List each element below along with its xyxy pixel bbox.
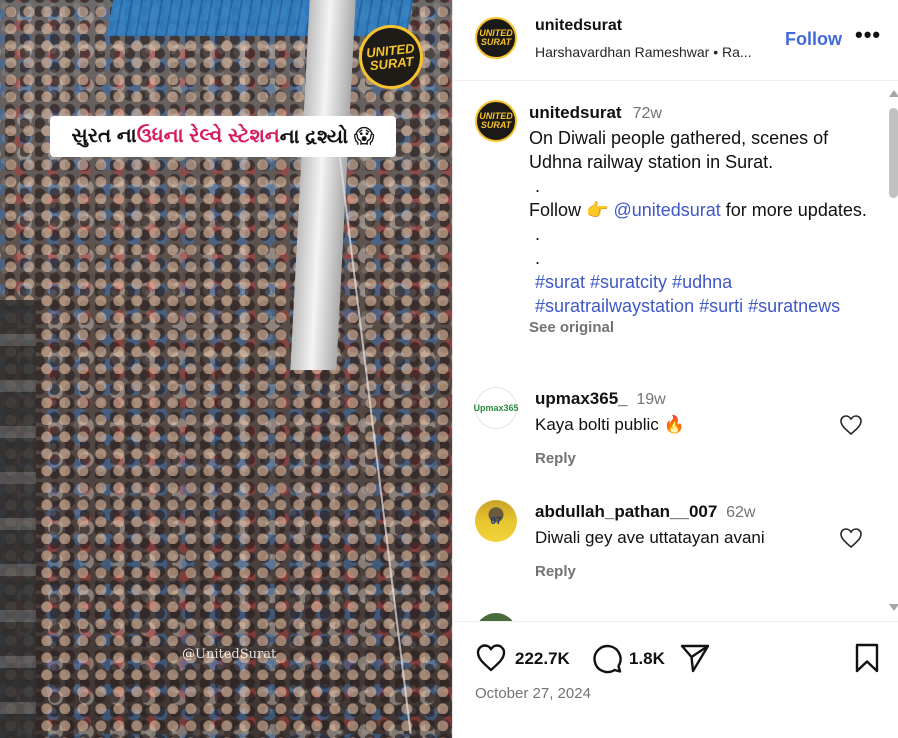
parked-scooters <box>0 300 36 738</box>
overlay-text-part1: સુરત ના <box>71 125 137 147</box>
watermark-handle: @UnitedSurat <box>182 647 277 662</box>
like-heart-icon[interactable] <box>475 642 507 674</box>
caption-follow-prefix: Follow 👉 <box>529 200 614 220</box>
more-options-icon[interactable]: ••• <box>855 22 881 48</box>
comment-item: 07 abdullah_pathan__007 62w Diwali gey a… <box>475 500 885 590</box>
post-media[interactable]: સુરત ના ઉધના રેલ્વે સ્ટેશન ના દ્રશ્યો 😱 … <box>0 0 452 738</box>
caption-hashtags[interactable]: #surat #suratcity #udhna #suratrailwayst… <box>529 270 879 318</box>
caption-username[interactable]: unitedsurat <box>529 103 622 122</box>
caption-dot1: . <box>535 176 541 196</box>
caption-follow-line: Follow 👉 @unitedsurat for more updates. <box>529 198 879 222</box>
caption-dot3: . <box>535 248 541 268</box>
see-original-link[interactable]: See original <box>529 316 879 340</box>
caption-mention-link[interactable]: @unitedsurat <box>613 200 720 220</box>
like-comment-heart-icon[interactable] <box>839 414 863 436</box>
comment-text: Diwali gey ave uttatayan avani <box>535 528 765 547</box>
comment-avatar[interactable]: Upmax365 <box>473 387 519 429</box>
overlay-text-part2: ના દ્રશ્યો 😱 <box>279 126 375 148</box>
caption-body: unitedsurat 72w On Diwali people gathere… <box>529 100 879 340</box>
caption-follow-suffix: for more updates. <box>720 200 867 220</box>
post-details-panel: UNITED SURAT unitedsurat Harshavardhan R… <box>452 0 898 738</box>
post-header: UNITED SURAT unitedsurat Harshavardhan R… <box>453 0 898 81</box>
reply-button[interactable]: Reply <box>535 563 576 580</box>
logo-line2: SURAT <box>369 53 415 74</box>
reply-button[interactable]: Reply <box>535 450 576 467</box>
comment-username-text[interactable]: abdullah_pathan__007 <box>535 502 717 521</box>
station-roof <box>106 0 414 36</box>
share-send-icon[interactable] <box>679 642 711 674</box>
comment-username[interactable]: abdullah_pathan__007 62w <box>535 502 755 522</box>
scroll-down-arrow-icon[interactable] <box>889 604 898 611</box>
comment-text: Kaya bolti public 🔥 <box>535 415 685 434</box>
likes-count[interactable]: 222.7K <box>515 649 570 669</box>
platform-pole <box>290 0 356 370</box>
comment-username[interactable]: upmax365_ 19w <box>535 389 666 409</box>
overhead-wire <box>338 149 412 734</box>
comment-avatar[interactable]: 07 <box>475 500 517 542</box>
comment-username-text[interactable]: upmax365_ <box>535 389 628 408</box>
comments-scroll-area[interactable]: UNITED SURAT unitedsurat 72w On Diwali p… <box>453 81 898 621</box>
comment-item: Upmax365 upmax365_ 19w Kaya bolti public… <box>473 387 885 477</box>
profile-avatar[interactable]: UNITED SURAT <box>475 17 517 59</box>
scroll-up-arrow-icon[interactable] <box>889 90 898 97</box>
post-date[interactable]: October 27, 2024 <box>475 685 591 702</box>
caption-line1: On Diwali people gathered, scenes of Udh… <box>529 128 829 172</box>
caption-avatar-line2: SURAT <box>480 120 512 130</box>
avatar-line2: SURAT <box>480 37 512 47</box>
caption-avatar[interactable]: UNITED SURAT <box>475 100 517 142</box>
media-caption-overlay: સુરત ના ઉધના રેલ્વે સ્ટેશન ના દ્રશ્યો 😱 <box>50 116 396 157</box>
comment-avatar[interactable] <box>475 613 517 621</box>
caption-time-ago[interactable]: 72w <box>633 105 662 122</box>
comment-time-ago[interactable]: 19w <box>636 391 665 408</box>
overlay-text-highlight: ઉધના રેલ્વે સ્ટેશન <box>136 125 280 147</box>
comment-bubble-icon[interactable] <box>591 642 623 674</box>
header-subline[interactable]: Harshavardhan Rameshwar • Ra... <box>535 44 780 60</box>
post-actions-bar: 222.7K 1.8K October 27, 2024 <box>453 621 898 738</box>
comment-time-ago[interactable]: 62w <box>726 504 755 521</box>
comments-count[interactable]: 1.8K <box>629 649 665 669</box>
follow-button[interactable]: Follow <box>785 29 842 50</box>
scrollbar[interactable] <box>887 86 898 616</box>
comment-item-partial <box>475 613 885 621</box>
scrollbar-thumb[interactable] <box>889 108 898 198</box>
caption-dot2: . <box>535 224 541 244</box>
header-username[interactable]: unitedsurat <box>535 17 622 35</box>
like-comment-heart-icon[interactable] <box>839 527 863 549</box>
save-bookmark-icon[interactable] <box>851 642 883 674</box>
